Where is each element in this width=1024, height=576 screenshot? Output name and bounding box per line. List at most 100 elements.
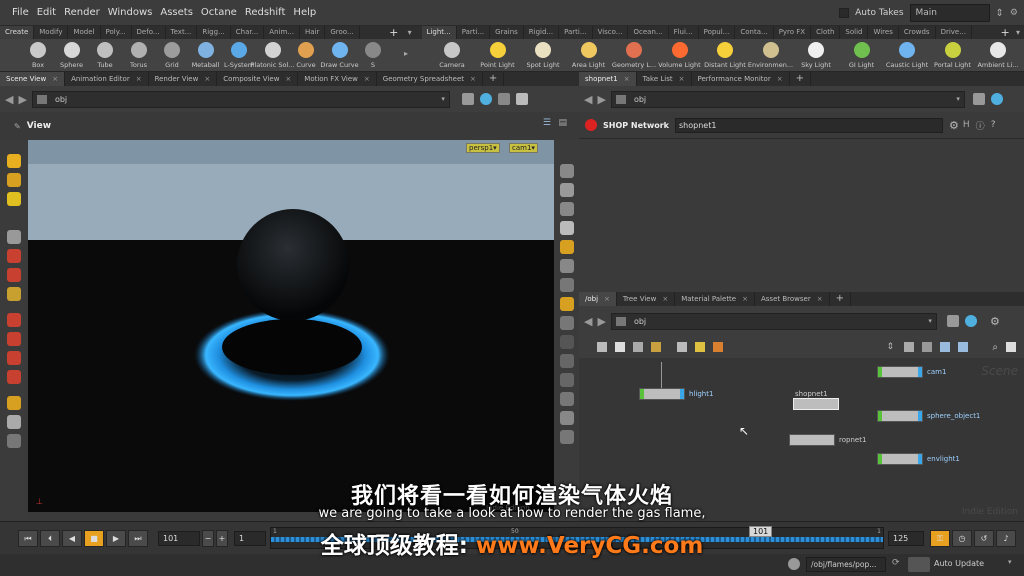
display-options-icon[interactable]: ☰ (543, 118, 551, 128)
stepper-icon[interactable]: ⇕ (886, 342, 894, 352)
node-sphere-object1[interactable]: sphere_object1 (877, 410, 980, 422)
geometry-icon[interactable] (7, 434, 21, 448)
menu-windows[interactable]: Windows (104, 0, 157, 26)
edit-display-icon[interactable] (559, 430, 574, 444)
shopnet-tab-close-icon-0[interactable]: × (624, 75, 630, 83)
network-tab-1[interactable]: Tree View × (617, 292, 676, 306)
shop-forward-icon[interactable]: ▶ (597, 93, 605, 106)
shelf-tab-right-2[interactable]: Grains (490, 26, 524, 39)
handle-tool-icon[interactable] (7, 173, 21, 187)
shelf-tab-10[interactable]: Groo... (325, 26, 360, 39)
flipbook-icon[interactable] (7, 415, 21, 429)
shopnet-tab-close-icon-2[interactable]: × (777, 75, 783, 83)
visibility-icon[interactable] (559, 164, 574, 178)
lights-point-light-tool[interactable]: Point Light (478, 39, 518, 72)
link-icon[interactable] (479, 93, 492, 105)
shelf-tab-5[interactable]: Text... (166, 26, 198, 39)
lights-spot-light-tool[interactable]: Spot Light (523, 39, 563, 72)
shelf-tab-right-7[interactable]: Flui... (669, 26, 699, 39)
light-icon[interactable] (559, 259, 574, 273)
scene-tab-close-icon-3[interactable]: × (285, 75, 291, 83)
net-link-icon[interactable] (964, 315, 977, 327)
camera-menu[interactable]: cam1▾ (509, 143, 538, 153)
shelf-tab-right-13[interactable]: Wires (868, 26, 899, 39)
shopnet-add-tab-icon[interactable]: + (790, 72, 811, 86)
net-back-icon[interactable]: ◀ (584, 315, 592, 328)
auto-takes-checkbox[interactable] (839, 8, 850, 18)
scene-tab-1[interactable]: Animation Editor × (65, 72, 149, 86)
add-shelf-right-icon[interactable]: + (998, 26, 1012, 39)
node-ropnet1[interactable]: ropnet1 (789, 434, 866, 446)
network-box-icon[interactable] (713, 342, 723, 352)
scene-tab-4[interactable]: Motion FX View × (298, 72, 377, 86)
tree-mode-icon[interactable] (633, 342, 643, 352)
lights-gi-light-tool[interactable]: GI Light (842, 39, 882, 72)
lights-environment-light-tool[interactable]: Environmen... (748, 39, 793, 72)
shading-icon[interactable] (559, 221, 574, 235)
list-mode-icon[interactable] (597, 342, 607, 352)
rotate-tool-icon[interactable] (7, 268, 21, 282)
shelf-menu-left-icon[interactable]: ▾ (402, 28, 418, 37)
snapshot-icon[interactable] (497, 93, 510, 105)
lights-sky-light-tool[interactable]: Sky Light (796, 39, 836, 72)
shopnet-tab-2[interactable]: Performance Monitor × (692, 72, 790, 86)
help-icon[interactable] (515, 93, 528, 105)
net-forward-icon[interactable]: ▶ (597, 315, 605, 328)
snap-tool-icon[interactable] (7, 313, 21, 327)
view-tool-icon[interactable]: ✎ (14, 122, 21, 131)
network-add-tab-icon[interactable]: + (830, 292, 851, 306)
shop-link-icon[interactable] (990, 93, 1003, 105)
lights-camera-tool[interactable]: Camera (432, 39, 472, 72)
shelf-menu-right-icon[interactable]: ▾ (1012, 28, 1024, 37)
network-tab-3[interactable]: Asset Browser × (755, 292, 830, 306)
network-tab-close-icon-3[interactable]: × (817, 295, 823, 303)
shelf-tab-right-14[interactable]: Crowds (899, 26, 936, 39)
shelf-tab-right-5[interactable]: Visco... (593, 26, 629, 39)
shelf-scroll-icon[interactable]: ▸ (404, 49, 408, 58)
shopnet-tab-close-icon-1[interactable]: × (679, 75, 685, 83)
persp-camera-menu[interactable]: persp1▾ (466, 143, 500, 153)
shopnet-tab-1[interactable]: Take List × (637, 72, 692, 86)
net-gear-icon[interactable]: ⚙ (990, 315, 1000, 328)
scene-tab-0[interactable]: Scene View × (0, 72, 66, 86)
lights-ambient-light-tool[interactable]: Ambient Li... (977, 39, 1019, 72)
shopnet-path-field[interactable]: obj ▾ (610, 90, 965, 108)
shop-name-field[interactable]: shopnet1 (675, 117, 944, 133)
scene-tab-close-icon-0[interactable]: × (52, 75, 58, 83)
menu-file[interactable]: File (0, 0, 33, 26)
select-tool-icon[interactable] (7, 154, 21, 168)
view-tool-icon-2[interactable] (7, 230, 21, 244)
shelf-tab-8[interactable]: Anim... (264, 26, 300, 39)
scene-tab-2[interactable]: Render View × (149, 72, 218, 86)
shop-info-icon[interactable]: ⓘ (976, 119, 985, 132)
shelf-tab-right-0[interactable]: Light... (421, 26, 457, 39)
desktop-settings-icon[interactable]: ⚙ (1010, 8, 1018, 18)
lights-area-light-tool[interactable]: Area Light (569, 39, 609, 72)
shop-pin-icon[interactable] (972, 93, 985, 105)
path-dropdown-icon[interactable]: ▾ (441, 92, 445, 107)
lights-distant-light-tool[interactable]: Distant Light (704, 39, 746, 72)
align-icon[interactable] (904, 342, 914, 352)
node-envlight1[interactable]: envlight1 (877, 453, 960, 465)
wire-icon[interactable] (559, 316, 574, 330)
shopnet-tab-0[interactable]: shopnet1 × (579, 72, 637, 86)
network-tab-close-icon-0[interactable]: × (604, 295, 610, 303)
shelf-tab-7[interactable]: Char... (231, 26, 265, 39)
shop-h-icon[interactable]: H (963, 120, 970, 130)
lights-geometry-light-tool[interactable]: Geometry L... (612, 39, 656, 72)
lights-portal-light-tool[interactable]: Portal Light (933, 39, 973, 72)
shelf-tab-right-12[interactable]: Solid (840, 26, 869, 39)
network-path-field[interactable]: obj ▾ (610, 312, 937, 330)
camera-view-icon[interactable] (559, 297, 574, 311)
sticky-note-icon[interactable] (695, 342, 705, 352)
shelf-tab-right-9[interactable]: Conta... (735, 26, 774, 39)
shelf-tab-1[interactable]: Modify (34, 26, 69, 39)
thumb-mode-icon[interactable] (615, 342, 625, 352)
shop-help-icon[interactable]: ? (991, 120, 996, 130)
snap-point-icon[interactable] (7, 351, 21, 365)
shelf-tab-2[interactable]: Model (68, 26, 101, 39)
network-tab-close-icon-2[interactable]: × (742, 295, 748, 303)
back-icon[interactable]: ◀ (5, 93, 13, 106)
color-palette-icon[interactable] (651, 342, 661, 352)
shelf-tab-9[interactable]: Hair (300, 26, 326, 39)
